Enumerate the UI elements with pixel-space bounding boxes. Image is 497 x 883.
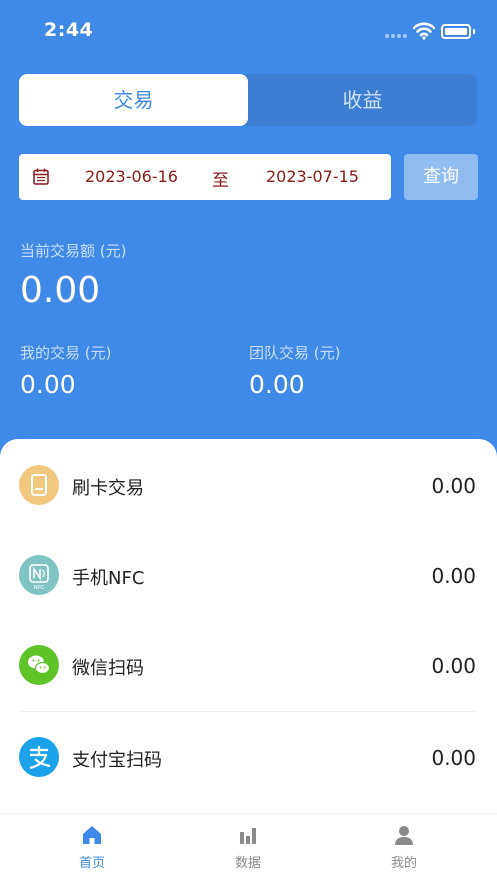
list-item-label: 手机NFC (72, 568, 145, 589)
list-item-label: 微信扫码 (72, 658, 144, 679)
list-item-nfc[interactable]: NFC 手机NFC 0.00 (0, 530, 497, 620)
svg-text:NFC: NFC (34, 585, 45, 591)
list-item-value: 0.00 (431, 746, 476, 770)
calendar-icon (33, 168, 49, 185)
bottom-tab-bar: 首页 数据 我的 (0, 813, 497, 883)
tab-earnings[interactable]: 收益 (248, 74, 477, 126)
team-transactions-value: 0.00 (249, 370, 305, 399)
tab-label: 我的 (390, 856, 417, 871)
wechat-icon (19, 645, 59, 685)
tab-label: 首页 (78, 856, 105, 871)
list-item-value: 0.00 (431, 474, 476, 498)
status-bar: 2:44 (0, 0, 497, 60)
wifi-icon (413, 22, 435, 40)
my-transactions-label: 我的交易 (元) (20, 344, 112, 362)
bar-chart-icon (240, 828, 256, 844)
list-item-alipay-scan[interactable]: 支付宝扫码 0.00 (0, 712, 497, 802)
tab-transactions[interactable]: 交易 (19, 74, 248, 126)
battery-tip (473, 29, 475, 34)
end-date[interactable]: 2023-07-15 (266, 167, 359, 186)
team-transactions-label: 团队交易 (元) (249, 344, 341, 362)
user-icon (395, 826, 413, 845)
card-terminal-icon (19, 465, 59, 505)
start-date[interactable]: 2023-06-16 (85, 167, 178, 186)
tab-label: 数据 (234, 856, 261, 871)
home-icon (83, 826, 101, 844)
alipay-icon (19, 737, 59, 777)
tab-home[interactable]: 首页 (32, 814, 152, 883)
tab-data[interactable]: 数据 (188, 814, 308, 883)
list-item-wechat-scan[interactable]: 微信扫码 0.00 (0, 620, 497, 710)
list-item-label: 支付宝扫码 (72, 750, 162, 771)
date-separator: 至 (212, 171, 229, 191)
list-item-value: 0.00 (431, 654, 476, 678)
current-amount-value: 0.00 (20, 270, 101, 311)
battery-icon (441, 24, 471, 39)
segment-control: 交易 收益 (19, 74, 477, 126)
list-item-value: 0.00 (431, 564, 476, 588)
date-range-picker[interactable]: 2023-06-16 至 2023-07-15 (19, 154, 391, 200)
tab-mine[interactable]: 我的 (344, 814, 464, 883)
list-item-label: 刷卡交易 (72, 478, 144, 499)
query-button[interactable]: 查询 (404, 154, 478, 200)
status-time: 2:44 (44, 19, 94, 41)
list-item-card-swipe[interactable]: 刷卡交易 0.00 (0, 440, 497, 530)
my-transactions-value: 0.00 (20, 370, 76, 399)
signal-dots-icon (385, 34, 407, 38)
current-amount-label: 当前交易额 (元) (20, 242, 127, 260)
nfc-icon: NFC (19, 555, 59, 595)
